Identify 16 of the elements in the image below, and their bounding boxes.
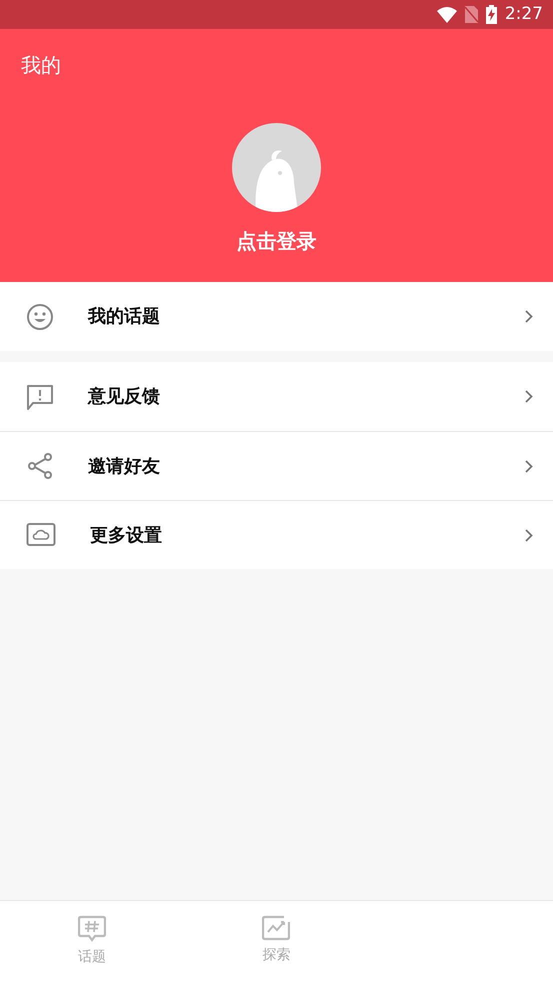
chevron-icon (525, 460, 533, 472)
no-sim-icon (464, 6, 478, 23)
hashtag-bubble-icon (78, 915, 106, 943)
battery-charging-icon (486, 5, 497, 24)
smiley-icon (26, 302, 54, 330)
chevron-icon (525, 528, 533, 542)
share-icon (26, 452, 54, 480)
status-time: 2:27 (504, 2, 543, 26)
avatar[interactable] (232, 123, 321, 212)
chart-icon (262, 915, 290, 941)
chevron-icon (525, 310, 533, 323)
page-title: 我的 (21, 52, 61, 79)
feedback-icon (26, 382, 54, 410)
cloud-icon (26, 522, 56, 548)
wifi-icon (436, 6, 457, 22)
chevron-icon (525, 390, 533, 403)
